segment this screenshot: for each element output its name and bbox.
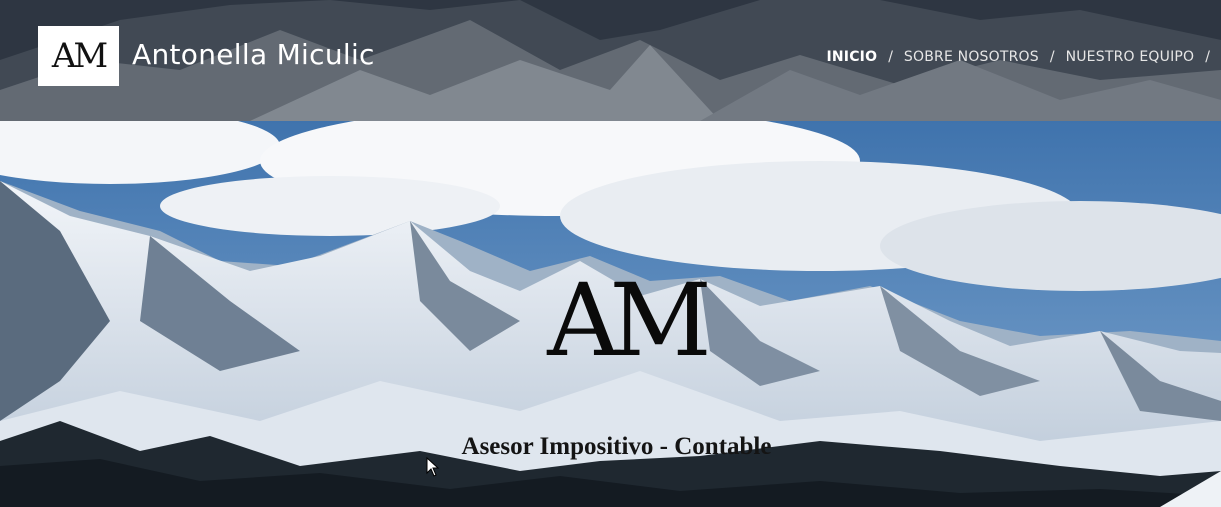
site-title[interactable]: Antonella Miculic (132, 38, 375, 71)
header-logo-text: AM (51, 36, 108, 76)
nav-separator: / (1049, 49, 1055, 65)
nav-separator: / (888, 49, 893, 65)
nav-item-sobre-nosotros[interactable]: SOBRE NOSOTROS (904, 49, 1039, 65)
hero-logo: AM (547, 262, 712, 379)
nav-separator: / (1205, 49, 1210, 65)
hero-tagline: Asesor Impositivo - Contable (461, 433, 772, 460)
main-nav: INICIO / SOBRE NOSOTROS / NUESTRO EQUIPO… (826, 47, 1221, 67)
mouse-cursor-icon (426, 457, 440, 477)
hero-section: AM Asesor Impositivo - Contable (0, 121, 1221, 507)
nav-item-inicio[interactable]: INICIO (826, 49, 877, 65)
nav-item-nuestro-equipo[interactable]: NUESTRO EQUIPO (1066, 49, 1195, 65)
header-logo[interactable]: AM (38, 26, 119, 86)
site-header: AM Antonella Miculic INICIO / SOBRE NOSO… (0, 0, 1221, 121)
